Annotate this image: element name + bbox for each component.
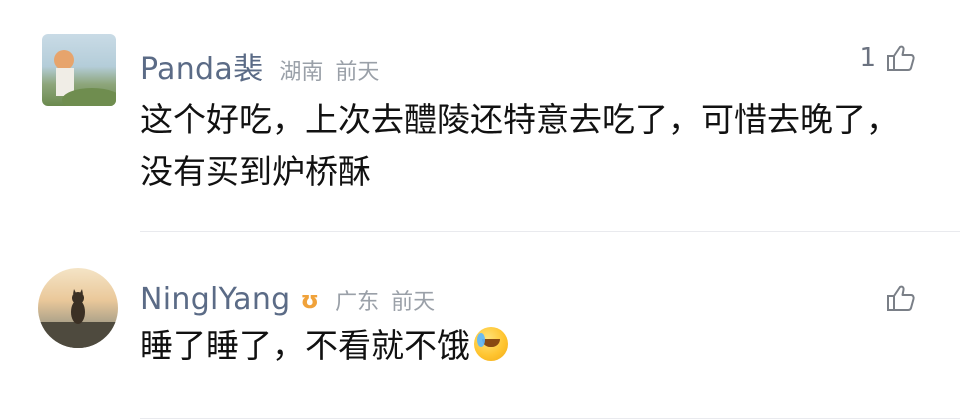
username[interactable]: NinglYang [140, 282, 291, 317]
comment-item: NinglYang ʊ 广东 前天 睡了睡了，不看就不饿 [0, 232, 960, 420]
landscape-photo-icon [54, 50, 116, 106]
comment-text-body: 睡了睡了，不看就不饿 [140, 326, 470, 365]
like-button[interactable] [876, 282, 916, 314]
username[interactable]: Panda裴 [140, 44, 263, 88]
timestamp: 前天 [335, 60, 380, 85]
thumbs-up-icon [887, 45, 915, 71]
location: 广东 [335, 290, 380, 315]
like-button[interactable]: 1 [859, 42, 916, 74]
comment-meta: Panda裴 湖南 前天 [140, 44, 379, 88]
laughing-tears-emoji-icon [474, 327, 508, 361]
location: 湖南 [279, 60, 324, 85]
comment-list: Panda裴 湖南 前天 1 这个好吃，上次去醴陵还特意去吃了，可惜去晚了，没有… [0, 0, 960, 420]
comment-text: 睡了睡了，不看就不饿 [140, 320, 920, 372]
thumbs-up-icon [887, 285, 915, 311]
cat-silhouette-icon [38, 289, 118, 348]
comment-meta: NinglYang ʊ 广东 前天 [140, 282, 435, 317]
avatar[interactable] [38, 268, 118, 348]
divider [140, 418, 960, 419]
comment-item: Panda裴 湖南 前天 1 这个好吃，上次去醴陵还特意去吃了，可惜去晚了，没有… [0, 0, 960, 232]
avatar[interactable] [42, 34, 116, 106]
like-count: 1 [859, 43, 876, 73]
timestamp: 前天 [391, 290, 436, 315]
comment-text: 这个好吃，上次去醴陵还特意去吃了，可惜去晚了，没有买到炉桥酥 [140, 100, 899, 191]
member-badge-icon: ʊ [300, 286, 320, 314]
